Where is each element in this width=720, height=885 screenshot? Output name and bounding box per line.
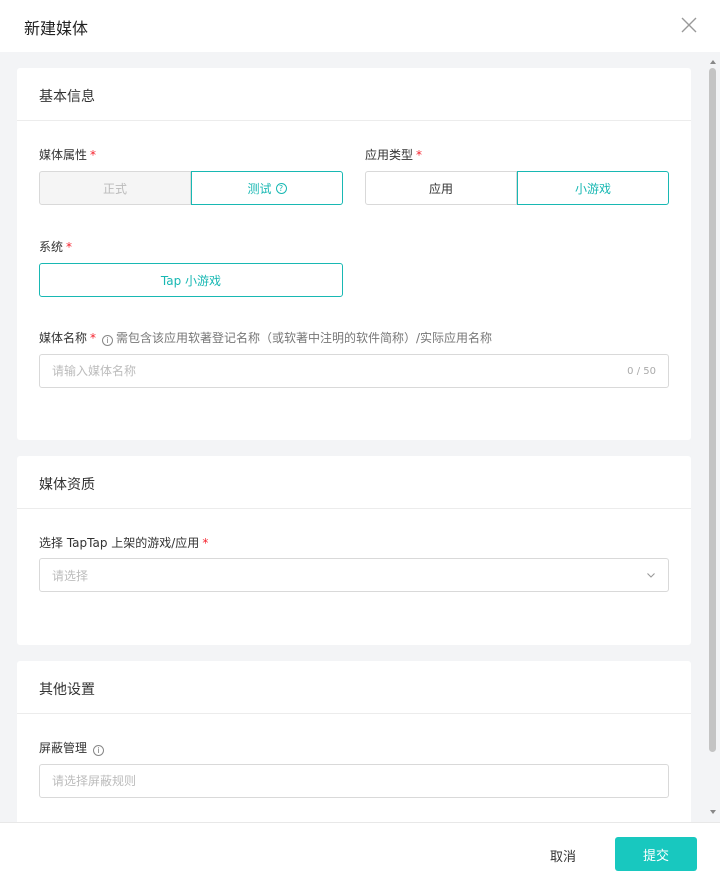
- required-mark: *: [90, 148, 97, 162]
- app-type-segment: 应用 小游戏: [365, 171, 669, 205]
- taptap-game-label: 选择 TapTap 上架的游戏/应用 *: [39, 536, 209, 550]
- char-counter: 0 / 50: [627, 365, 656, 377]
- submit-button[interactable]: 提交: [615, 837, 697, 871]
- select-placeholder: 请选择: [52, 568, 89, 583]
- app-type-option-minigame[interactable]: 小游戏: [517, 171, 669, 205]
- info-icon: i: [93, 745, 105, 756]
- dialog-body: 基本信息 媒体属性 * 正式 测试? 应用类型 * 应用 小游戏 系统 * Tap 小…: [0, 52, 720, 822]
- chevron-down-icon: [647, 573, 655, 578]
- attr-option-formal[interactable]: 正式: [39, 171, 191, 205]
- app-type-label: 应用类型 *: [365, 148, 423, 162]
- basic-info-card: 基本信息 媒体属性 * 正式 测试? 应用类型 * 应用 小游戏 系统 * Tap 小…: [17, 68, 691, 440]
- media-name-hint: i 需包含该应用软著登记名称（或软著中注明的软件简称）/实际应用名称: [102, 331, 492, 346]
- media-attr-segment: 正式 测试?: [39, 171, 343, 205]
- taptap-game-select[interactable]: 请选择: [39, 558, 669, 592]
- block-rules-input[interactable]: [52, 774, 656, 788]
- required-mark: *: [90, 331, 97, 345]
- other-settings-heading: 其他设置: [17, 661, 691, 714]
- info-icon: i: [102, 335, 114, 346]
- required-mark: *: [202, 536, 209, 550]
- required-mark: *: [416, 148, 423, 162]
- app-type-option-app[interactable]: 应用: [365, 171, 517, 205]
- system-label: 系统 *: [39, 240, 73, 254]
- block-manage-label: 屏蔽管理 i: [39, 739, 107, 756]
- close-icon[interactable]: [678, 14, 700, 36]
- new-media-dialog: 新建媒体 基本信息 媒体属性 * 正式 测试? 应用类型 * 应用 小游戏 系统…: [0, 0, 720, 885]
- media-attr-label: 媒体属性 *: [39, 148, 97, 162]
- basic-info-heading: 基本信息: [17, 68, 691, 121]
- scrollbar[interactable]: [706, 52, 720, 822]
- qualification-heading: 媒体资质: [17, 456, 691, 509]
- attr-option-test[interactable]: 测试?: [191, 171, 343, 205]
- question-circle-icon: ?: [275, 182, 287, 194]
- system-option-tap-minigame[interactable]: Tap 小游戏: [39, 263, 343, 297]
- scrollbar-thumb[interactable]: [709, 68, 716, 752]
- media-name-input[interactable]: [52, 364, 620, 378]
- scroll-down-icon[interactable]: [709, 808, 717, 816]
- block-rules-field: [39, 764, 669, 798]
- media-name-field: 0 / 50: [39, 354, 669, 388]
- dialog-title: 新建媒体: [24, 19, 89, 38]
- scroll-up-icon[interactable]: [709, 58, 717, 66]
- dialog-header: 新建媒体: [0, 0, 720, 52]
- dialog-footer: 取消 提交: [0, 822, 720, 885]
- media-name-label: 媒体名称 * i 需包含该应用软著登记名称（或软著中注明的软件简称）/实际应用名称: [39, 331, 493, 346]
- qualification-card: 媒体资质 选择 TapTap 上架的游戏/应用 * 请选择: [17, 456, 691, 645]
- other-settings-card: 其他设置 屏蔽管理 i: [17, 661, 691, 822]
- cancel-button[interactable]: 取消: [530, 840, 596, 870]
- required-mark: *: [66, 240, 73, 254]
